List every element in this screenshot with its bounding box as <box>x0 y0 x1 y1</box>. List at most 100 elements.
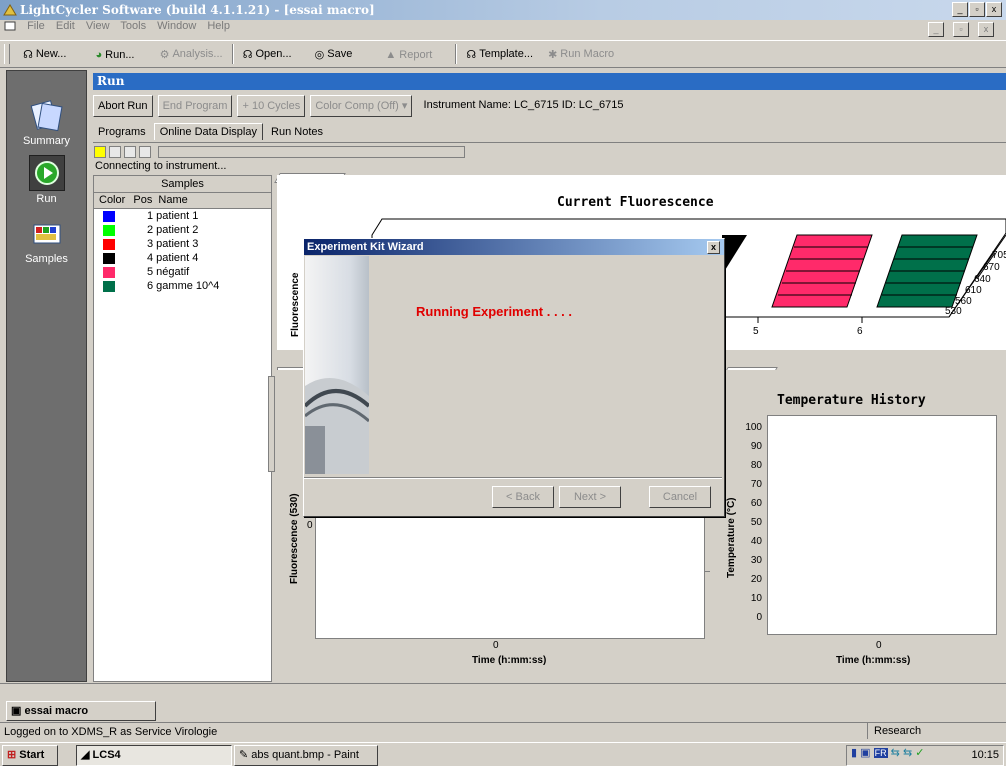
menu-view[interactable]: View <box>86 20 110 32</box>
connection-icon[interactable]: ⇆ <box>903 747 912 759</box>
task-paint[interactable]: ✎ abs quant.bmp - Paint <box>234 745 378 766</box>
sync-icon[interactable]: ✓ <box>915 747 924 759</box>
y-tick: 100 <box>745 422 762 433</box>
bar-negatif <box>771 234 873 308</box>
temperature-panel: Temperature History Temperature (°C) 100… <box>710 370 1006 680</box>
start-button[interactable]: ⊞ Start <box>2 745 58 766</box>
wavelength-tick: 610 <box>965 285 982 296</box>
abort-run-button[interactable]: Abort Run <box>93 95 153 117</box>
mdi-close-icon[interactable]: x <box>978 22 994 37</box>
nav-run-label: Run <box>36 193 57 205</box>
y-tick: 0 <box>307 520 313 531</box>
x-axis-label: Time (h:mm:ss) <box>836 655 911 666</box>
new-button[interactable]: ☊ New... <box>17 43 72 65</box>
macro-icon: ✱ <box>548 48 558 61</box>
col-name[interactable]: Name <box>158 194 187 206</box>
back-button[interactable]: < Back <box>492 486 554 508</box>
nav-summary[interactable]: Summary <box>7 99 86 147</box>
wizard-image <box>305 256 369 474</box>
status-bar: Logged on to XDMS_R as Service Virologie… <box>0 722 1006 741</box>
table-row[interactable]: 2 patient 2 <box>94 223 271 237</box>
analysis-button[interactable]: ⚙ Analysis... <box>154 43 229 65</box>
task-lcs4[interactable]: ◢ LCS4 <box>76 745 232 766</box>
close-icon[interactable]: x <box>707 241 720 254</box>
x-tick: 0 <box>493 640 499 651</box>
restore-icon[interactable]: ▫ <box>969 2 985 17</box>
minimize-icon[interactable]: _ <box>952 2 968 17</box>
template-button[interactable]: ☊ Template... <box>460 43 539 65</box>
menu-bar: File Edit View Tools Window Help _ ▫ x <box>0 20 1006 38</box>
tab-programs[interactable]: Programs <box>93 124 151 140</box>
run-button-row: Abort Run End Program + 10 Cycles Color … <box>93 95 623 117</box>
run-button[interactable]: ◕ Run... <box>89 44 140 66</box>
col-pos[interactable]: Pos <box>133 194 152 206</box>
splitter-handle[interactable] <box>268 376 275 472</box>
instrument-info: Instrument Name: LC_6715 ID: LC_6715 <box>423 99 624 111</box>
chevron-down-icon: ▾ <box>401 100 408 112</box>
mdi-tab-essai-macro[interactable]: ▣ essai macro <box>6 701 156 721</box>
toolbar: ☊ New... ◕ Run... ⚙ Analysis... ☊ Open... ◎ S… <box>0 40 1006 68</box>
tab-online-data-display[interactable]: Online Data Display <box>153 123 263 140</box>
language-fr-icon[interactable]: FR <box>873 748 888 758</box>
menu-edit[interactable]: Edit <box>56 20 75 32</box>
report-label: Report <box>399 48 433 61</box>
connection-icon[interactable]: ⇆ <box>891 747 900 759</box>
x-tick: 0 <box>876 640 882 651</box>
cancel-button[interactable]: Cancel <box>649 486 711 508</box>
table-row[interactable]: 6 gamme 10^4 <box>94 279 271 293</box>
task-lcs4-label: LCS4 <box>92 749 121 761</box>
system-tray: ▮ ▣ FR ⇆ ⇆ ✓ 10:15 <box>846 745 1004 766</box>
table-row[interactable]: 3 patient 3 <box>94 237 271 251</box>
table-row[interactable]: 1 patient 1 <box>94 209 271 223</box>
sample-name: 4 patient 4 <box>147 252 199 264</box>
menu-window[interactable]: Window <box>157 20 196 32</box>
open-icon: ☊ <box>242 48 253 61</box>
add-10-cycles-button[interactable]: + 10 Cycles <box>237 95 306 117</box>
chart-title: Temperature History <box>777 393 926 408</box>
samples-list: Samples Color Pos Name 1 patient 1 2 pat… <box>93 175 272 682</box>
wavelength-tick: 705 <box>992 250 1006 261</box>
close-icon[interactable]: x <box>986 2 1002 17</box>
summary-icon <box>30 99 64 133</box>
end-program-button[interactable]: End Program <box>157 95 233 117</box>
logged-on-status: Logged on to XDMS_R as Service Virologie <box>4 726 218 738</box>
display-icon[interactable]: ▣ <box>860 747 870 759</box>
samples-header: Samples <box>94 176 271 193</box>
color-swatch <box>103 239 115 250</box>
col-color[interactable]: Color <box>99 194 125 206</box>
nav-run[interactable]: Run <box>7 155 86 205</box>
indicator-light <box>124 146 137 158</box>
mdi-minimize-icon[interactable]: _ <box>928 22 944 37</box>
table-row[interactable]: 5 négatif <box>94 265 271 279</box>
mdi-restore-icon[interactable]: ▫ <box>953 22 969 37</box>
start-label: Start <box>19 749 45 761</box>
run-macro-button[interactable]: ✱ Run Macro <box>542 43 620 65</box>
document-icon <box>4 20 16 32</box>
save-button[interactable]: ◎ Save <box>309 43 359 65</box>
app-icon <box>3 3 17 17</box>
tab-run-notes[interactable]: Run Notes <box>266 124 328 140</box>
color-comp-dropdown[interactable]: Color Comp (Off) ▾ <box>310 95 413 117</box>
open-button[interactable]: ☊ Open... <box>237 43 298 65</box>
clock[interactable]: 10:15 <box>971 749 999 761</box>
nav-samples[interactable]: Samples <box>7 217 86 265</box>
temperature-plot <box>767 415 997 635</box>
menu-help[interactable]: Help <box>207 20 230 32</box>
table-row[interactable]: 4 patient 4 <box>94 251 271 265</box>
menu-file[interactable]: File <box>27 20 45 32</box>
windows-logo-icon: ⊞ <box>7 749 17 761</box>
running-experiment-message: Running Experiment . . . . <box>416 304 573 319</box>
run-macro-label: Run Macro <box>560 48 615 60</box>
dialog-titlebar: Experiment Kit Wizard x <box>304 239 724 255</box>
dialog-divider <box>304 477 722 479</box>
research-status: Research <box>867 723 1006 739</box>
x-tick: 5 <box>753 326 759 337</box>
network-icon[interactable]: ▮ <box>851 747 857 759</box>
dialog-title: Experiment Kit Wizard <box>307 241 424 253</box>
menu-tools[interactable]: Tools <box>120 20 146 32</box>
sample-name: 6 gamme 10^4 <box>147 280 220 292</box>
sample-name: 3 patient 3 <box>147 238 199 250</box>
next-button[interactable]: Next > <box>559 486 621 508</box>
report-button[interactable]: ▲ Report <box>379 44 438 66</box>
window-title: LightCycler Software (build 4.1.1.21) - … <box>20 3 375 17</box>
